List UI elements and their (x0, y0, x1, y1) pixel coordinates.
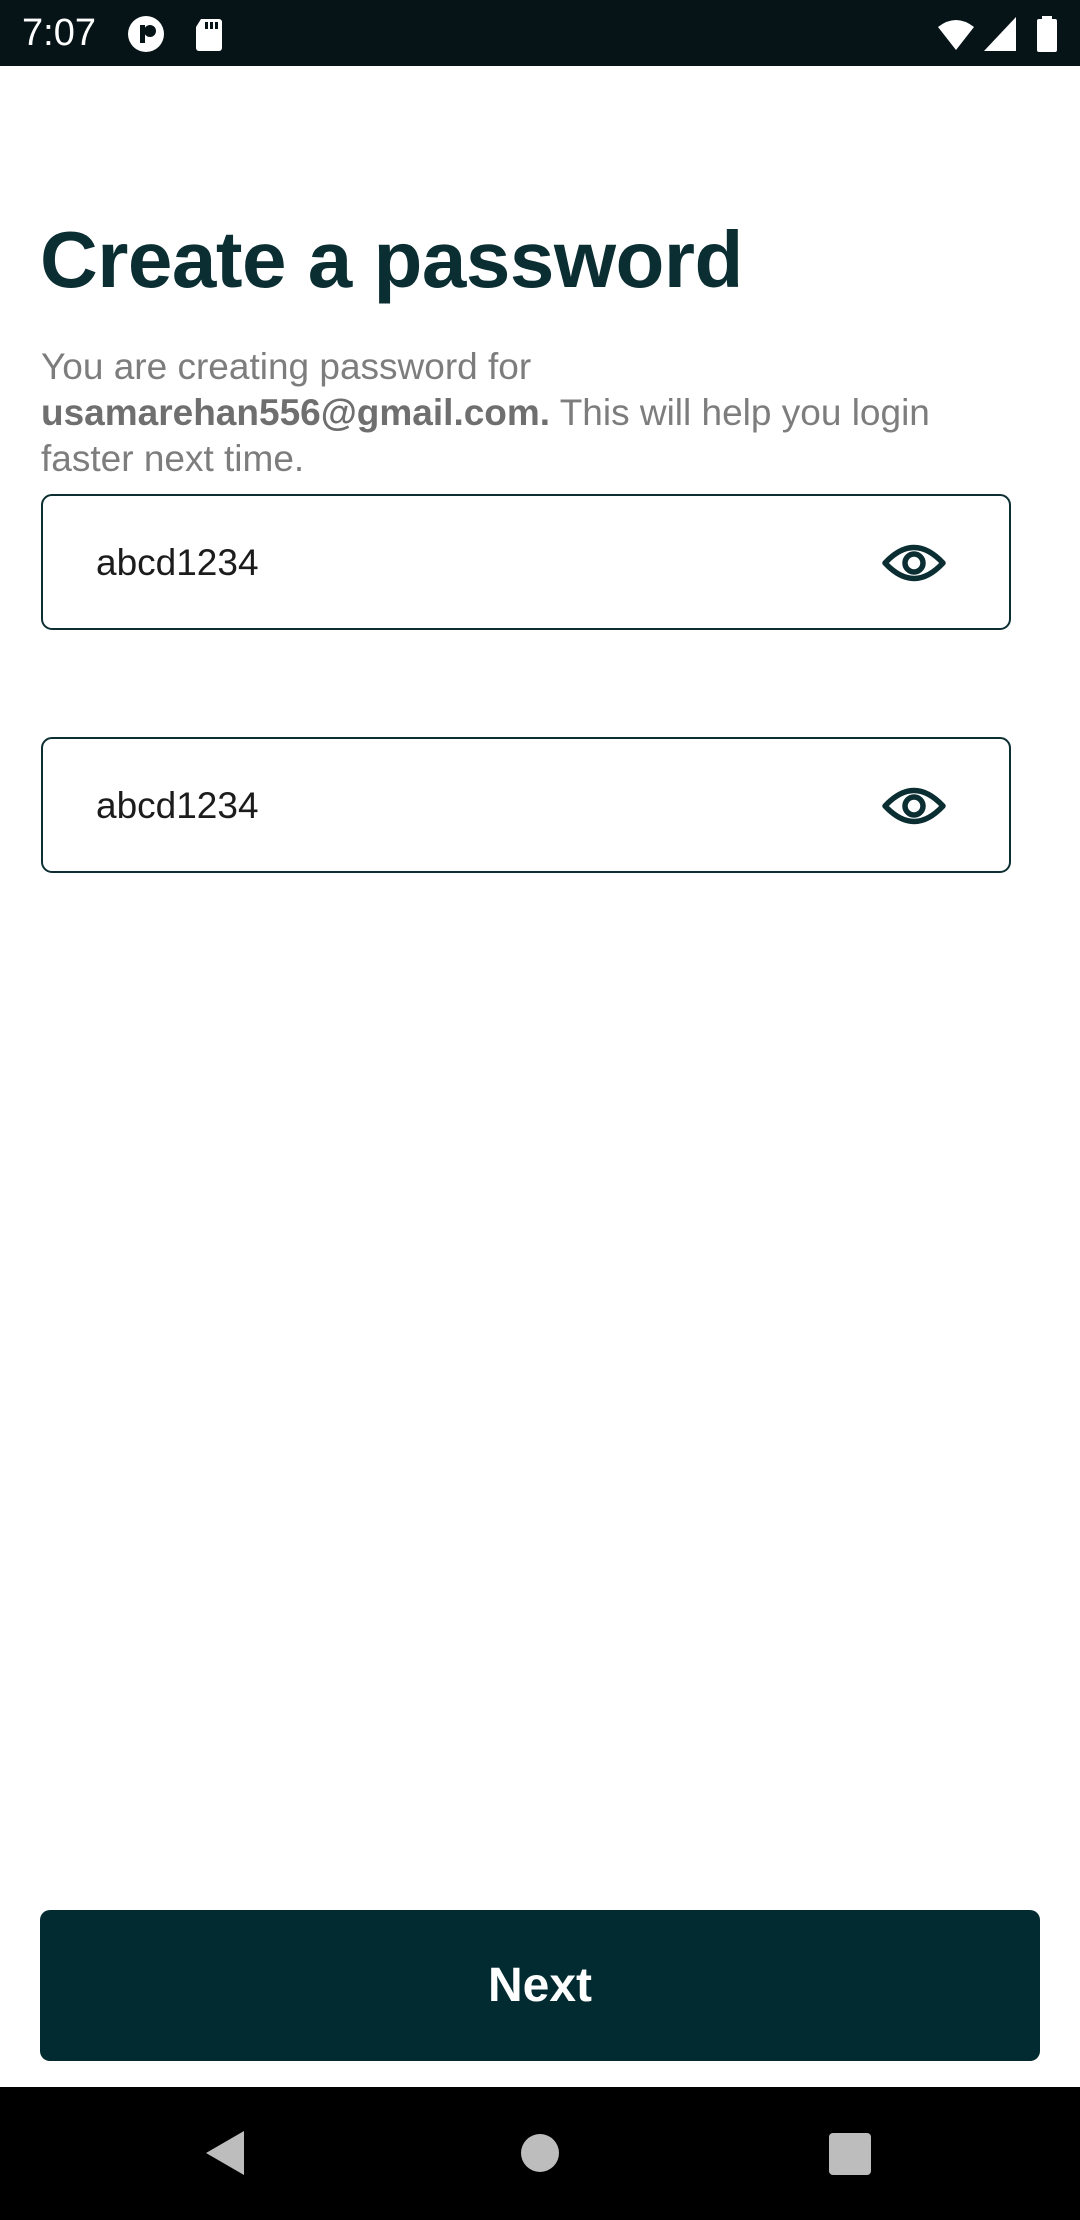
cell-signal-icon (984, 17, 1016, 51)
page-subtitle: You are creating password for usamarehan… (41, 344, 1021, 482)
next-button-label: Next (487, 1959, 593, 2012)
eye-icon[interactable] (881, 779, 947, 833)
create-password-screen: 7:07 Create a password You are creating … (0, 0, 1080, 2220)
back-icon[interactable] (204, 2129, 248, 2177)
confirm-password-field[interactable]: abcd1234 (41, 737, 1011, 873)
sd-card-icon (196, 19, 222, 51)
page-title: Create a password (40, 215, 743, 304)
eye-icon[interactable] (881, 536, 947, 590)
wifi-icon (938, 20, 974, 50)
status-time: 7:07 (22, 12, 96, 54)
account-email: usamarehan556@gmail.com. (41, 392, 551, 433)
app-notification-icon (128, 16, 164, 52)
home-icon[interactable] (521, 2134, 559, 2172)
navigation-bar (0, 2087, 1080, 2220)
battery-icon (1037, 16, 1057, 52)
recents-icon[interactable] (829, 2133, 871, 2175)
subtitle-prefix: You are creating password for (41, 346, 532, 387)
password-input-value[interactable]: abcd1234 (96, 540, 259, 586)
next-button[interactable]: Next (40, 1910, 1040, 2061)
status-bar: 7:07 (0, 0, 1080, 66)
password-field[interactable]: abcd1234 (41, 494, 1011, 630)
confirm-password-input-value[interactable]: abcd1234 (96, 783, 259, 829)
